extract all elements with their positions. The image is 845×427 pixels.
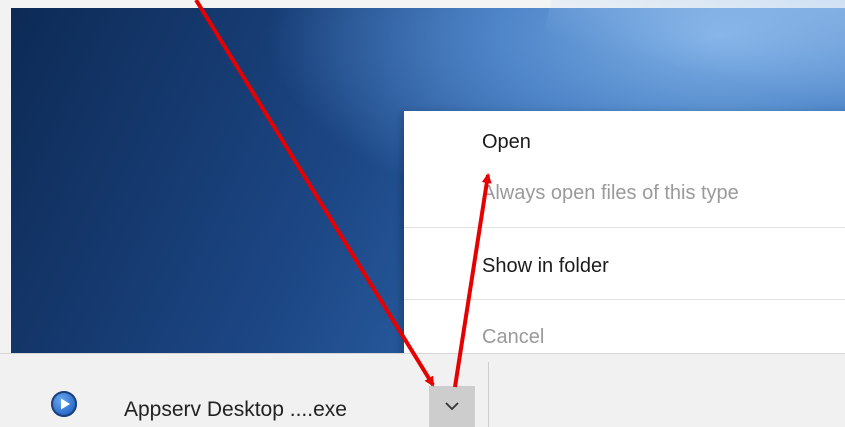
download-context-menu: Open Always open files of this type Show… xyxy=(404,111,845,368)
chevron-down-icon xyxy=(445,402,459,411)
menu-item-cancel[interactable]: Cancel xyxy=(482,326,544,349)
window-left-edge xyxy=(0,0,11,353)
shelf-divider xyxy=(488,362,489,427)
menu-item-open[interactable]: Open xyxy=(482,131,531,154)
menu-item-show-in-folder[interactable]: Show in folder xyxy=(482,255,609,278)
download-item[interactable]: Appserv Desktop ....exe xyxy=(11,354,475,427)
screen: Open Always open files of this type Show… xyxy=(0,0,845,427)
menu-separator xyxy=(404,299,845,300)
menu-separator xyxy=(404,227,845,228)
play-circle-icon xyxy=(51,391,77,417)
menu-item-always-open[interactable]: Always open files of this type xyxy=(482,182,739,205)
download-menu-button[interactable] xyxy=(429,386,475,427)
downloads-shelf: Appserv Desktop ....exe xyxy=(0,353,845,427)
download-file-name[interactable]: Appserv Desktop ....exe xyxy=(124,398,347,422)
